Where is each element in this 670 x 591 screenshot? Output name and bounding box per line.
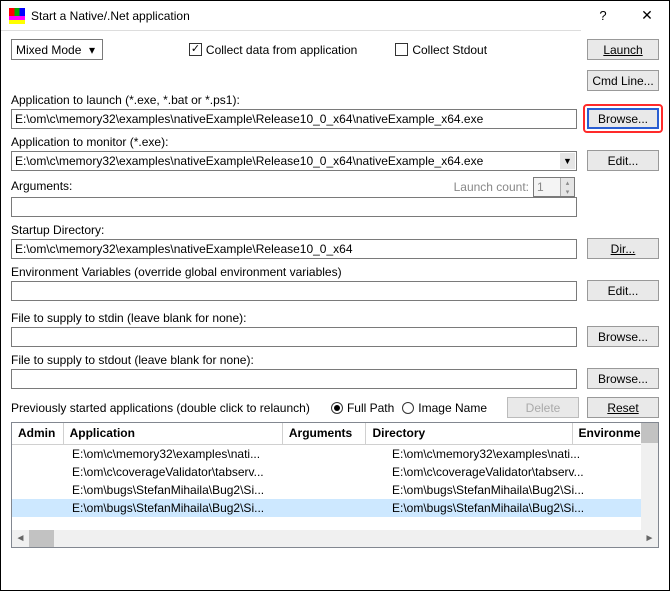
stdout-label: File to supply to stdout (leave blank fo… <box>11 353 577 367</box>
scroll-right-icon[interactable]: ► <box>641 530 658 547</box>
app-monitor-label: Application to monitor (*.exe): <box>11 135 577 149</box>
imagename-radio[interactable]: Image Name <box>402 401 487 415</box>
browse-stdin-label: Browse... <box>598 330 648 344</box>
th-arguments[interactable]: Arguments <box>283 423 367 444</box>
stdout-input[interactable] <box>11 369 577 389</box>
browse-stdout-button[interactable]: Browse... <box>587 368 659 389</box>
stdin-label: File to supply to stdin (leave blank for… <box>11 311 577 325</box>
app-icon <box>9 8 25 24</box>
cell-directory: E:\om\bugs\StefanMihaila\Bug2\Si... <box>386 482 604 498</box>
fullpath-radio[interactable]: Full Path <box>331 401 394 415</box>
cmdline-button-label: Cmd Line... <box>592 74 653 88</box>
arguments-input[interactable] <box>11 197 577 217</box>
edit-monitor-button[interactable]: Edit... <box>587 150 659 171</box>
edit-env-label: Edit... <box>608 284 639 298</box>
chevron-down-icon: ▾ <box>84 41 100 58</box>
scroll-left-icon[interactable]: ◄ <box>12 530 29 547</box>
startup-dir-label: Startup Directory: <box>11 223 577 237</box>
startup-dir-input[interactable] <box>11 239 577 259</box>
edit-monitor-label: Edit... <box>608 154 639 168</box>
table-body: E:\om\c\memory32\examples\nati...E:\om\c… <box>12 445 658 517</box>
cell-application: E:\om\c\coverageValidator\tabserv... <box>66 464 298 480</box>
collect-stdout-label: Collect Stdout <box>412 43 487 57</box>
arguments-label: Arguments: <box>11 179 72 193</box>
cell-admin <box>12 453 66 455</box>
dir-button-label: Dir... <box>611 242 636 256</box>
checkbox-icon: ✓ <box>189 43 202 56</box>
cell-application: E:\om\bugs\StefanMihaila\Bug2\Si... <box>66 482 298 498</box>
reset-button-label: Reset <box>607 401 638 415</box>
imagename-label: Image Name <box>418 401 487 415</box>
th-directory[interactable]: Directory <box>366 423 572 444</box>
cell-arguments <box>298 453 386 455</box>
stdin-input[interactable] <box>11 327 577 347</box>
cmdline-button[interactable]: Cmd Line... <box>587 70 659 91</box>
th-application[interactable]: Application <box>64 423 283 444</box>
collect-data-checkbox[interactable]: ✓ Collect data from application <box>189 43 357 57</box>
launch-button-label: Launch <box>603 43 642 57</box>
cell-arguments <box>298 507 386 509</box>
prev-apps-label: Previously started applications (double … <box>11 401 310 415</box>
cell-application: E:\om\bugs\StefanMihaila\Bug2\Si... <box>66 500 298 516</box>
browse-launch-label: Browse... <box>598 112 648 126</box>
scrollbar-thumb[interactable] <box>29 530 54 547</box>
previous-apps-table: Admin Application Arguments Directory En… <box>11 422 659 548</box>
horizontal-scrollbar[interactable]: ◄ ► <box>12 530 658 547</box>
cell-arguments <box>298 489 386 491</box>
env-vars-label: Environment Variables (override global e… <box>11 265 577 279</box>
edit-env-button[interactable]: Edit... <box>587 280 659 301</box>
radio-icon <box>402 402 414 414</box>
cell-admin <box>12 471 66 473</box>
table-row[interactable]: E:\om\bugs\StefanMihaila\Bug2\Si... E:\om… <box>12 499 658 517</box>
window-title: Start a Native/.Net application <box>31 9 581 23</box>
cell-directory: E:\om\c\coverageValidator\tabserv... <box>386 464 604 480</box>
fullpath-label: Full Path <box>347 401 394 415</box>
close-button[interactable]: ✕ <box>625 1 669 31</box>
cell-application: E:\om\c\memory32\examples\nati... <box>66 446 298 462</box>
env-vars-input[interactable] <box>11 281 577 301</box>
delete-button-label: Delete <box>526 401 561 415</box>
cell-arguments <box>298 471 386 473</box>
collect-stdout-checkbox[interactable]: Collect Stdout <box>395 43 487 57</box>
table-row[interactable]: E:\om\bugs\StefanMihaila\Bug2\Si... E:\om… <box>12 481 658 499</box>
cell-admin <box>12 489 66 491</box>
table-row[interactable]: E:\om\c\coverageValidator\tabserv... E:\o… <box>12 463 658 481</box>
app-launch-input[interactable] <box>11 109 577 129</box>
launch-count-label: Launch count: <box>454 180 529 194</box>
help-button[interactable]: ? <box>581 1 625 31</box>
launch-count-value: 1 <box>537 180 544 194</box>
app-monitor-input[interactable] <box>11 151 577 171</box>
spinner-arrows[interactable]: ▴▾ <box>560 178 574 196</box>
cell-directory: E:\om\c\memory32\examples\nati... <box>386 446 604 462</box>
chevron-down-icon[interactable]: ▼ <box>560 153 575 169</box>
reset-button[interactable]: Reset <box>587 397 659 418</box>
launch-button[interactable]: Launch <box>587 39 659 60</box>
table-row[interactable]: E:\om\c\memory32\examples\nati... E:\om\c… <box>12 445 658 463</box>
th-admin[interactable]: Admin <box>12 423 64 444</box>
scrollbar-thumb[interactable] <box>641 423 658 443</box>
collect-data-label: Collect data from application <box>206 43 357 57</box>
mode-select[interactable]: Mixed Mode ▾ <box>11 39 103 60</box>
dir-button[interactable]: Dir... <box>587 238 659 259</box>
cell-directory: E:\om\bugs\StefanMihaila\Bug2\Si... <box>386 500 604 516</box>
cell-admin <box>12 507 66 509</box>
delete-button[interactable]: Delete <box>507 397 579 418</box>
mode-select-value: Mixed Mode <box>16 43 81 57</box>
radio-icon <box>331 402 343 414</box>
browse-launch-button[interactable]: Browse... <box>587 108 659 129</box>
checkbox-icon <box>395 43 408 56</box>
table-header: Admin Application Arguments Directory En… <box>12 423 658 445</box>
titlebar: Start a Native/.Net application ? ✕ <box>1 1 669 31</box>
app-launch-label: Application to launch (*.exe, *.bat or *… <box>11 93 577 107</box>
vertical-scrollbar[interactable] <box>641 423 658 530</box>
launch-count-spinner[interactable]: 1 ▴▾ <box>533 177 575 197</box>
browse-stdout-label: Browse... <box>598 372 648 386</box>
browse-stdin-button[interactable]: Browse... <box>587 326 659 347</box>
